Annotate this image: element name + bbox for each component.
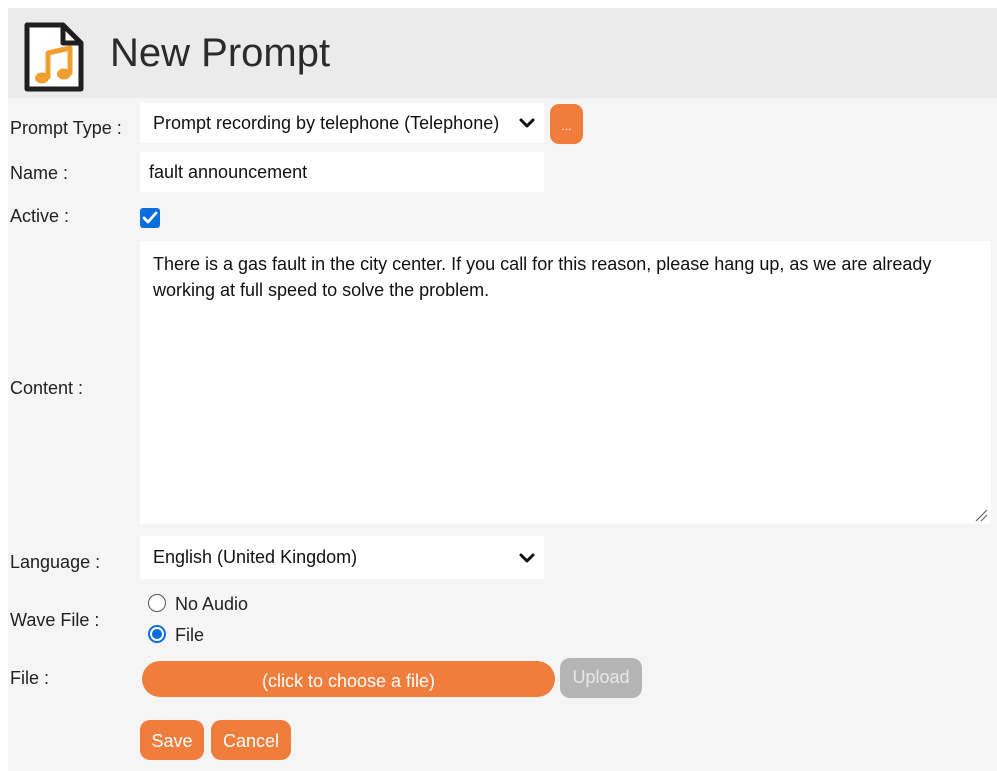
- name-label: Name :: [10, 163, 69, 183]
- no-audio-radio-label: No Audio: [175, 594, 249, 614]
- checkmark-icon: [142, 211, 158, 224]
- prompt-type-label: Prompt Type :: [10, 118, 122, 138]
- language-value: English (United Kingdom): [153, 547, 358, 567]
- language-select[interactable]: English (United Kingdom): [140, 536, 544, 579]
- chevron-down-icon: [519, 553, 535, 563]
- new-prompt-page: New Prompt Prompt Type : Prompt recordin…: [8, 8, 997, 771]
- resize-handle-icon[interactable]: [975, 509, 988, 522]
- language-label: Language :: [10, 552, 101, 572]
- file-radio-label: File: [175, 625, 205, 645]
- cancel-button[interactable]: Cancel: [211, 720, 291, 760]
- choose-file-button[interactable]: (click to choose a file): [142, 661, 555, 697]
- save-button[interactable]: Save: [140, 720, 204, 760]
- page-title: New Prompt: [110, 31, 331, 75]
- name-input[interactable]: [140, 152, 544, 192]
- active-checkbox[interactable]: [140, 208, 160, 228]
- file-label: File :: [10, 668, 50, 688]
- file-radio[interactable]: [148, 625, 166, 643]
- prompt-type-value: Prompt recording by telephone (Telephone…: [153, 113, 500, 133]
- no-audio-radio[interactable]: [148, 594, 166, 612]
- content-textarea[interactable]: There is a gas fault in the city center.…: [140, 241, 991, 524]
- content-label: Content :: [10, 378, 84, 398]
- upload-button[interactable]: Upload: [560, 658, 642, 698]
- audio-file-icon: [24, 22, 84, 92]
- active-label: Active :: [10, 206, 70, 226]
- prompt-type-select[interactable]: Prompt recording by telephone (Telephone…: [140, 103, 544, 143]
- wave-file-label: Wave File :: [10, 610, 100, 630]
- prompt-type-more-button[interactable]: ...: [550, 104, 583, 144]
- page-header: New Prompt: [8, 8, 997, 98]
- chevron-down-icon: [519, 118, 535, 128]
